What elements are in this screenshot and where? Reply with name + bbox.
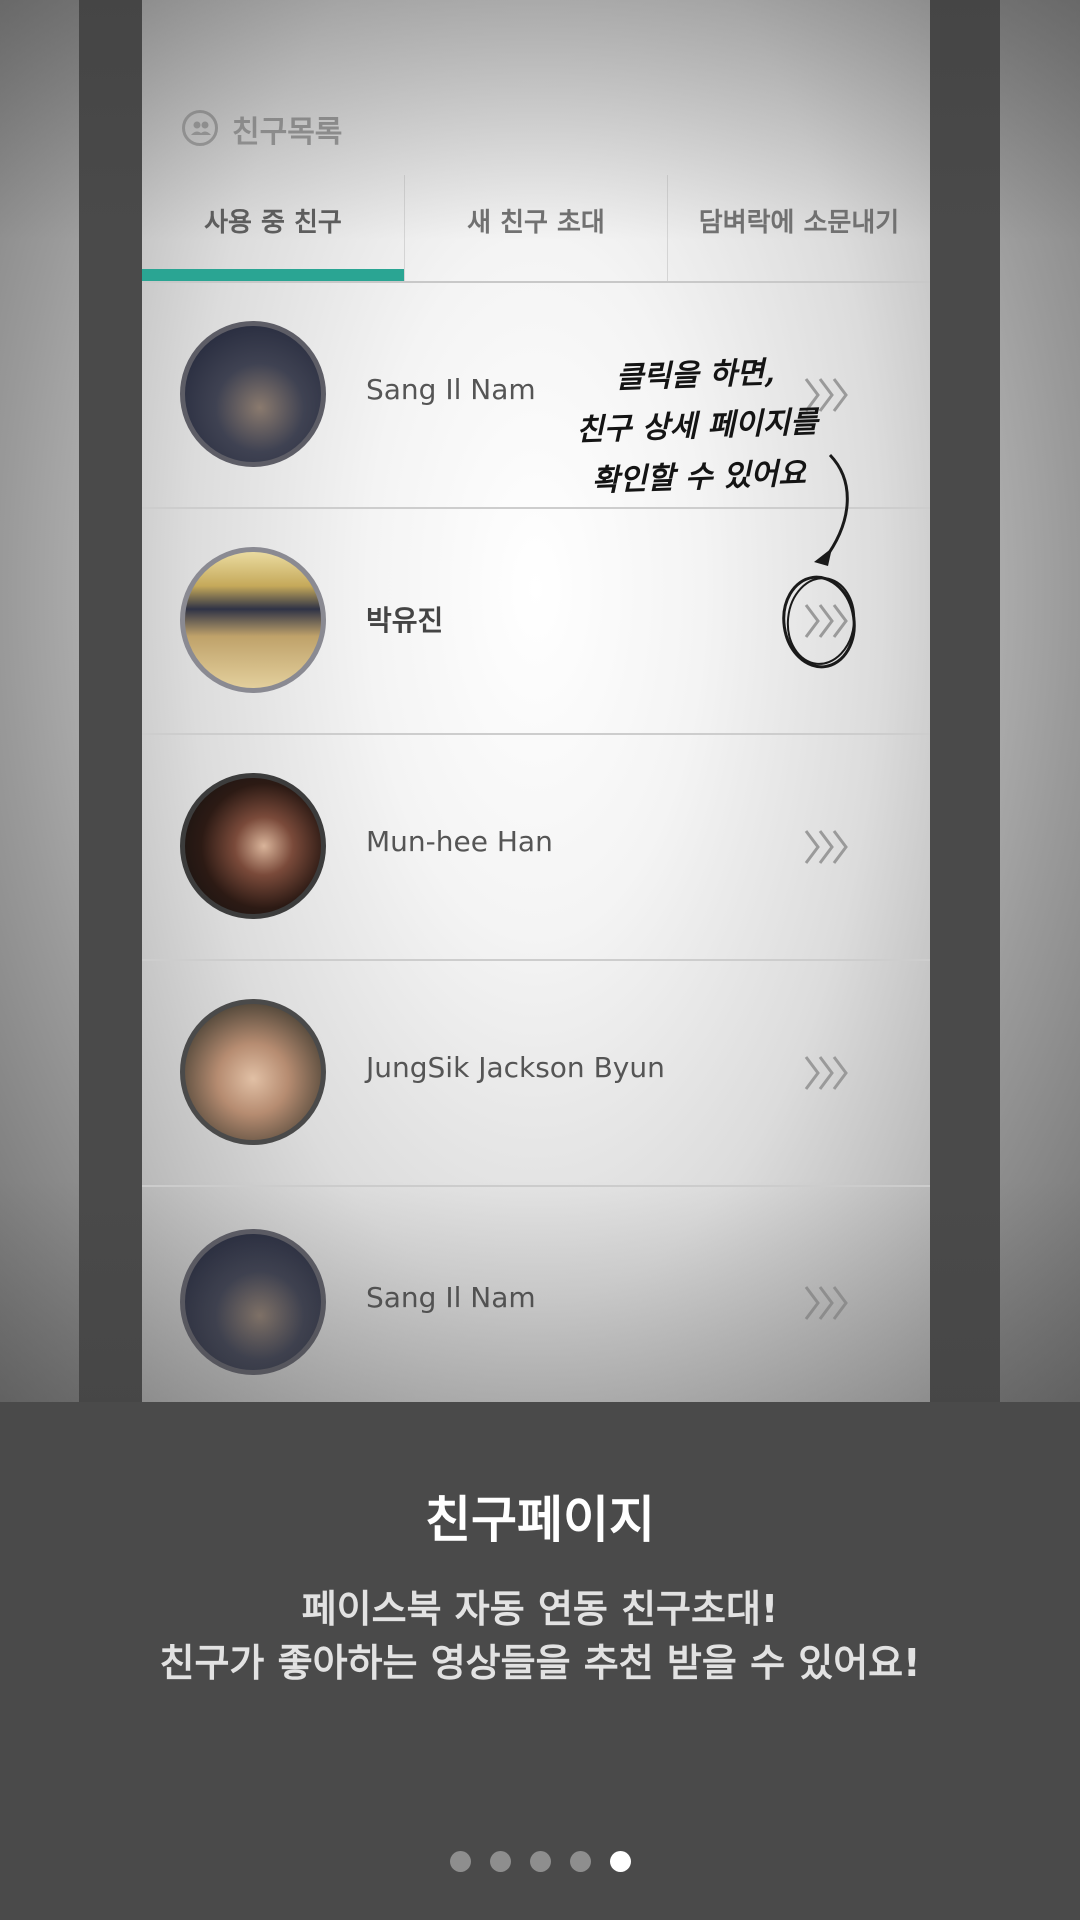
description-line: 친구가 좋아하는 영상들을 추천 받을 수 있어요! [159,1641,921,1685]
annotation-line: 확인할 수 있어요 [591,456,807,499]
chevron-right-icon[interactable] [802,1051,852,1095]
friend-row[interactable]: Mun-hee Han [142,735,930,961]
page-dot-active[interactable] [609,1851,631,1872]
chevron-right-icon[interactable] [802,825,852,869]
friend-row[interactable]: Sang Il Nam [142,1187,930,1402]
avatar [180,999,326,1145]
feature-title: 친구페이지 [425,1491,655,1549]
previous-slide-edge [79,0,142,1402]
friend-name: Sang Il Nam [366,1281,536,1314]
friend-name: Mun-hee Han [366,825,553,858]
page-dot[interactable] [489,1851,511,1872]
phone-screen: 친구목록 사용 중 친구 새 친구 초대 담벼락에 소문내기 Sang Il N… [142,0,930,1402]
friend-row[interactable]: JungSik Jackson Byun [142,961,930,1187]
page-dot[interactable] [449,1851,471,1872]
avatar [180,1229,326,1375]
chevron-right-icon[interactable] [802,1281,852,1325]
feature-description: 페이스북 자동 연동 친구초대! 친구가 좋아하는 영상들을 추천 받을 수 있… [0,1582,1080,1690]
next-slide-edge [930,0,1000,1402]
page-dot[interactable] [569,1851,591,1872]
description-line: 페이스북 자동 연동 친구초대! [301,1587,779,1631]
friend-name: JungSik Jackson Byun [366,1051,665,1084]
avatar [180,773,326,919]
page-dot[interactable] [529,1851,551,1872]
page-indicator [0,1851,1080,1873]
screenshot-preview-area: 친구목록 사용 중 친구 새 친구 초대 담벼락에 소문내기 Sang Il N… [0,0,1080,1402]
handwritten-annotation: 클릭을 하면, 친구 상세 페이지를 확인할 수 있어요 [544,345,849,508]
